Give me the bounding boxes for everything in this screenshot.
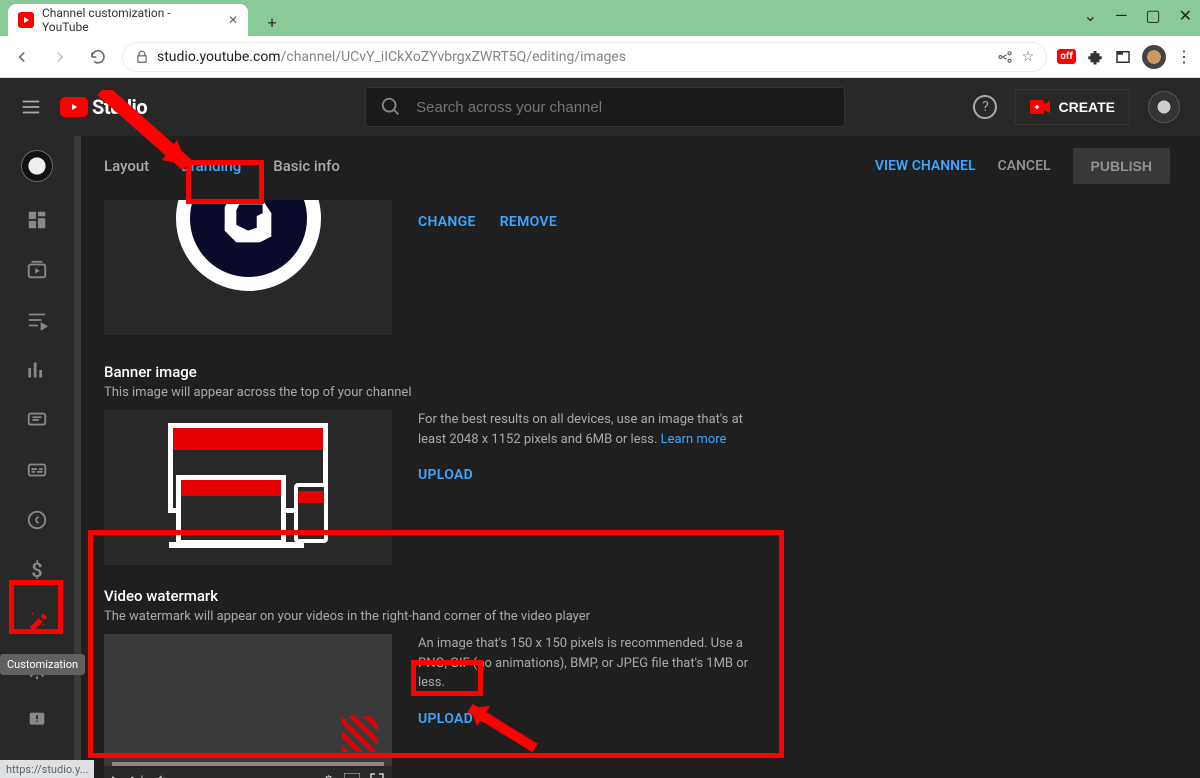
profile-picture-preview (104, 200, 392, 335)
url-text: studio.youtube.com/channel/UCvY_iICkXoZY… (157, 49, 988, 65)
window-maximize-icon[interactable]: ▢ (1145, 6, 1160, 25)
tab-layout[interactable]: Layout (104, 149, 149, 183)
create-label: CREATE (1058, 99, 1115, 115)
watermark-upload-button[interactable]: UPLOAD (418, 711, 758, 727)
banner-learn-more-link[interactable]: Learn more (661, 432, 727, 447)
tab-bar: Channel customization - YouTube ✕ + ⌄ — … (0, 0, 1200, 36)
create-button[interactable]: CREATE (1015, 89, 1130, 125)
picture-actions: CHANGE REMOVE (418, 200, 557, 335)
monetization-icon[interactable]: $ (25, 558, 49, 582)
account-avatar[interactable] (1148, 91, 1180, 123)
player-settings-icon[interactable]: ⚙ (323, 773, 334, 778)
banner-preview (104, 410, 392, 565)
tab-basic-info[interactable]: Basic info (273, 149, 340, 183)
copyright-icon[interactable] (25, 508, 49, 532)
watermark-preview: ▶ ▶| ⚙ (104, 634, 392, 778)
profile-picture-section: CHANGE REMOVE (104, 200, 1170, 335)
watermark-desc: The watermark will appear on your videos… (104, 609, 1170, 624)
share-icon[interactable] (996, 48, 1014, 66)
subheader: Layout Branding Basic info VIEW CHANNEL … (74, 136, 1200, 196)
browser-chrome: Channel customization - YouTube ✕ + ⌄ — … (0, 0, 1200, 78)
change-picture-button[interactable]: CHANGE (418, 214, 476, 335)
scrollbar-track[interactable] (74, 136, 81, 778)
watermark-title: Video watermark (104, 587, 1170, 605)
extensions-area: off ⋮ (1057, 45, 1192, 69)
comments-icon[interactable] (25, 408, 49, 432)
banner-title: Banner image (104, 363, 1170, 381)
app-header: Studio ? CREATE (0, 78, 1200, 136)
customization-tabs: Layout Branding Basic info (104, 149, 340, 183)
search-box[interactable] (365, 87, 845, 127)
youtube-favicon (18, 12, 34, 28)
feedback-icon[interactable] (25, 708, 49, 732)
address-bar: studio.youtube.com/channel/UCvY_iICkXoZY… (0, 36, 1200, 78)
devices-illustration (158, 423, 338, 553)
window-close-icon[interactable]: ✕ (1179, 6, 1192, 25)
remove-picture-button[interactable]: REMOVE (500, 214, 557, 335)
sidebar-tooltip: Customization (0, 654, 85, 675)
search-icon (380, 96, 402, 118)
analytics-icon[interactable] (25, 358, 49, 382)
browser-status-bar: https://studio.y... (0, 760, 94, 778)
close-tab-icon[interactable]: ✕ (228, 13, 238, 27)
playlists-icon[interactable] (25, 308, 49, 332)
extensions-icon[interactable] (1086, 48, 1104, 66)
banner-section: Banner image This image will appear acro… (104, 363, 1170, 565)
logo-text: Studio (92, 95, 147, 119)
watermark-hint: An image that's 150 x 150 pixels is reco… (418, 634, 758, 693)
content-area: Layout Branding Basic info VIEW CHANNEL … (74, 136, 1200, 778)
play-icon[interactable]: ▶ (112, 773, 121, 778)
profile-avatar-icon[interactable] (1142, 45, 1166, 69)
url-field[interactable]: studio.youtube.com/channel/UCvY_iICkXoZY… (122, 42, 1047, 72)
volume-icon[interactable] (153, 772, 169, 778)
help-icon[interactable]: ? (973, 95, 997, 119)
reload-button[interactable] (84, 43, 112, 71)
next-icon[interactable]: ▶| (131, 773, 143, 778)
kebab-menu-icon[interactable]: ⋮ (1176, 47, 1192, 66)
player-controls: ▶ ▶| ⚙ (104, 766, 392, 778)
youtube-play-icon (60, 97, 88, 117)
window-dropdown-icon[interactable]: ⌄ (1084, 6, 1097, 25)
forward-button[interactable] (46, 43, 74, 71)
create-camera-icon (1030, 100, 1050, 114)
bookmark-star-icon[interactable]: ☆ (1022, 49, 1035, 65)
cancel-button[interactable]: CANCEL (998, 158, 1051, 174)
back-button[interactable] (8, 43, 36, 71)
miniplayer-icon[interactable] (344, 773, 360, 778)
lock-icon (135, 50, 149, 64)
customization-icon[interactable] (25, 608, 49, 632)
watermark-section: Video watermark The watermark will appea… (104, 587, 1170, 778)
fullscreen-icon[interactable] (370, 773, 384, 778)
browser-tab[interactable]: Channel customization - YouTube ✕ (8, 4, 248, 36)
tab-title: Channel customization - YouTube (42, 6, 220, 34)
watermark-badge-icon (342, 716, 378, 752)
channel-logo-circle (176, 200, 321, 291)
window-controls: ⌄ — ▢ ✕ (1084, 6, 1192, 25)
studio-logo[interactable]: Studio (60, 95, 147, 119)
publish-button[interactable]: PUBLISH (1073, 148, 1170, 184)
banner-hint: For the best results on all devices, use… (418, 410, 758, 449)
banner-desc: This image will appear across the top of… (104, 385, 1170, 400)
extension-off-icon[interactable]: off (1057, 49, 1076, 64)
content-icon[interactable] (25, 258, 49, 282)
new-tab-button[interactable]: + (258, 8, 286, 36)
hamburger-menu-icon[interactable] (20, 96, 42, 118)
channel-avatar[interactable] (21, 150, 53, 182)
sidebar: $ (0, 136, 74, 778)
dashboard-icon[interactable] (25, 208, 49, 232)
view-channel-link[interactable]: VIEW CHANNEL (875, 158, 976, 174)
tab-branding[interactable]: Branding (181, 149, 241, 183)
subtitles-icon[interactable] (25, 458, 49, 482)
recent-tabs-icon[interactable] (1114, 48, 1132, 66)
search-input[interactable] (416, 99, 830, 116)
window-minimize-icon[interactable]: — (1115, 6, 1128, 25)
banner-upload-button[interactable]: UPLOAD (418, 467, 758, 483)
